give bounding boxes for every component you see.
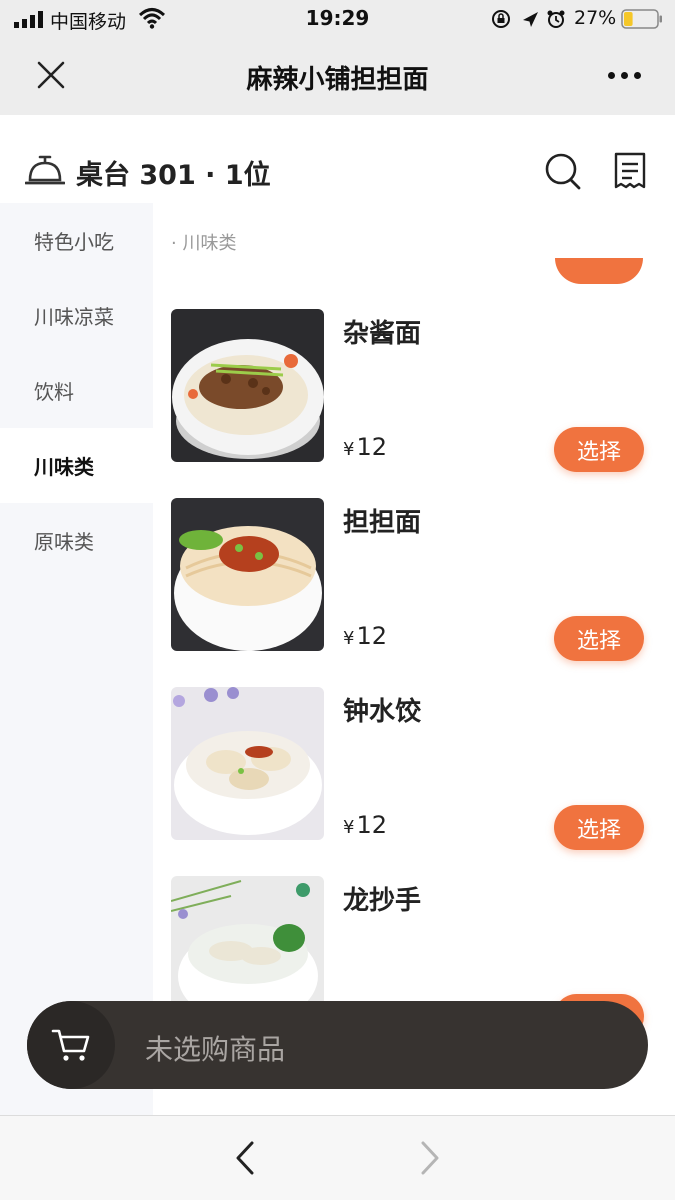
select-button[interactable]: 选择 xyxy=(554,616,644,661)
location-arrow-icon xyxy=(523,12,538,27)
more-icon-dot xyxy=(620,71,628,79)
currency-symbol: ¥ xyxy=(343,817,355,838)
sidebar-item-snacks[interactable]: 特色小吃 xyxy=(0,203,153,278)
nav-bar: 麻辣小铺担担面 xyxy=(0,38,675,115)
category-sidebar: 特色小吃 川味凉菜 饮料 川味类 原味类 xyxy=(0,203,153,1115)
alarm-clock-icon xyxy=(547,10,565,28)
dish-price: ¥12 xyxy=(343,811,387,839)
dish-photo xyxy=(171,498,324,651)
sidebar-item-cold-dishes[interactable]: 川味凉菜 xyxy=(0,278,153,353)
select-button[interactable]: 选择 xyxy=(554,427,644,472)
cart-empty-text: 未选购商品 xyxy=(145,1033,286,1066)
receipt-icon xyxy=(614,152,646,189)
more-icon-dot xyxy=(607,71,615,79)
dish-price: ¥12 xyxy=(343,622,387,650)
status-bar: 中国移动 19:29 27% xyxy=(0,0,675,38)
dish-price: ¥12 xyxy=(343,433,387,461)
price-value: 12 xyxy=(356,433,387,461)
page-title: 麻辣小铺担担面 xyxy=(246,65,429,95)
dish-name: 钟水饺 xyxy=(343,697,422,727)
rotation-lock-icon xyxy=(492,10,510,28)
battery-percent: 27% xyxy=(574,7,617,29)
search-button[interactable] xyxy=(544,151,582,191)
battery-icon xyxy=(621,9,662,29)
dish-photo xyxy=(171,687,324,840)
bottom-toolbar xyxy=(0,1115,675,1200)
search-icon xyxy=(545,153,581,190)
dish-photo xyxy=(171,309,324,462)
sidebar-item-original[interactable]: 原味类 xyxy=(0,503,153,578)
sidebar-item-sichuan[interactable]: 川味类 xyxy=(0,428,153,503)
currency-symbol: ¥ xyxy=(343,628,355,649)
price-value: 12 xyxy=(356,622,387,650)
dish-name: 龙抄手 xyxy=(343,886,422,916)
cart-bar[interactable]: 未选购商品 xyxy=(27,1001,648,1089)
chevron-right-icon xyxy=(421,1141,439,1175)
table-info: 桌台 301 · 1位 xyxy=(76,160,271,191)
dish-list: · 川味类 杂酱面 ¥12 选择 担担面 ¥12 选择 钟水饺 ¥12 选择 龙… xyxy=(153,203,675,1115)
cart-button[interactable] xyxy=(27,1001,115,1089)
more-options-button[interactable] xyxy=(596,52,652,98)
dish-name: 担担面 xyxy=(343,508,422,538)
dish-item: 担担面 ¥12 选择 xyxy=(171,498,675,661)
sidebar-item-drinks[interactable]: 饮料 xyxy=(0,353,153,428)
system-status-icons xyxy=(492,10,565,28)
dish-item: 钟水饺 ¥12 选择 xyxy=(171,687,675,850)
currency-symbol: ¥ xyxy=(343,439,355,460)
dish-item: 杂酱面 ¥12 选择 xyxy=(171,309,675,472)
back-button[interactable] xyxy=(226,1138,266,1178)
select-button[interactable]: 选择 xyxy=(554,805,644,850)
orders-button[interactable] xyxy=(611,151,649,191)
price-value: 12 xyxy=(356,811,387,839)
select-button-partial[interactable] xyxy=(555,258,643,284)
forward-button[interactable] xyxy=(409,1138,449,1178)
chevron-left-icon xyxy=(236,1141,254,1175)
more-icon-dot xyxy=(633,71,641,79)
section-label: · 川味类 xyxy=(171,233,237,254)
cart-icon xyxy=(51,1029,90,1061)
dish-name: 杂酱面 xyxy=(343,319,422,349)
service-bell-icon xyxy=(25,155,65,185)
table-header: 桌台 301 · 1位 xyxy=(0,115,675,203)
